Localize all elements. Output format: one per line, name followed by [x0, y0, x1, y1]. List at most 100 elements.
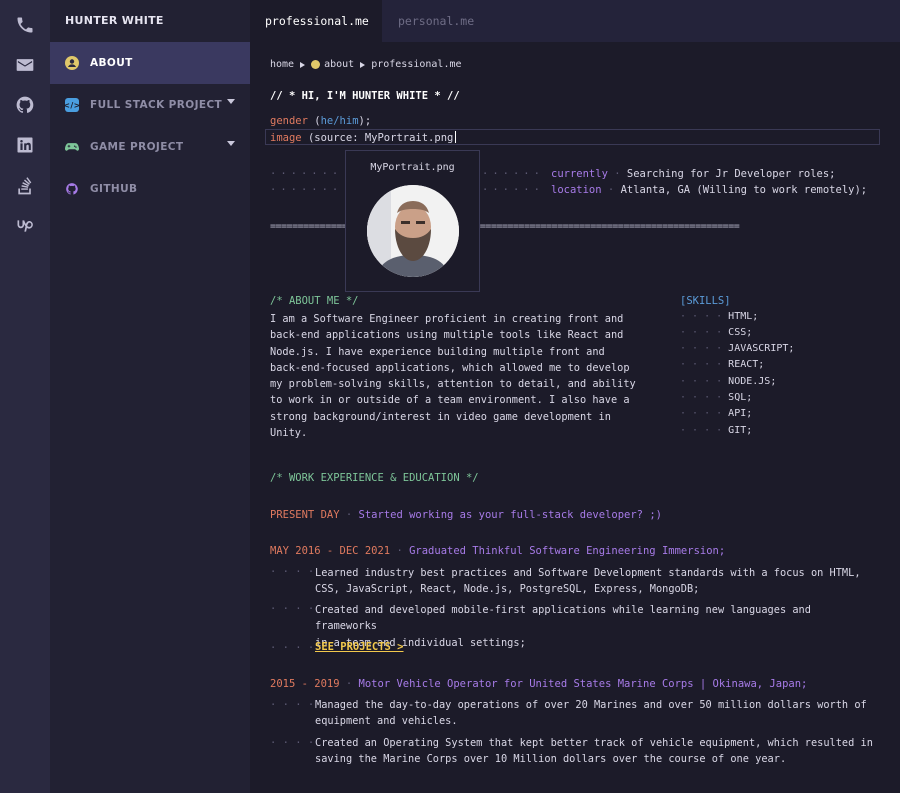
about-line: to work in or outside of a team environm… [270, 394, 630, 407]
skill-item: · · · · API; [680, 408, 752, 419]
separator-dot: · [396, 545, 410, 557]
bullet-line: Learned industry best practices and Soft… [315, 567, 861, 579]
present-line: PRESENT DAY · Started working as your fu… [270, 509, 662, 521]
sidebar-item-about[interactable]: ABOUT [50, 42, 250, 84]
mail-icon[interactable] [13, 53, 37, 77]
tab-professional[interactable]: professional.me [250, 0, 382, 42]
face-icon [65, 56, 79, 70]
skill-item: · · · · HTML; [680, 311, 758, 322]
image-key: image [270, 132, 302, 144]
skill-label: HTML; [728, 311, 759, 322]
indent-dots: ······· [270, 184, 343, 196]
chevron-right-icon [300, 61, 306, 68]
indent-dots: · · · · [680, 359, 729, 370]
skill-label: CSS; [728, 327, 753, 338]
gamepad-icon [65, 140, 79, 154]
skill-label: NODE.JS; [728, 376, 777, 387]
job2-title: Motor Vehicle Operator for United States… [358, 678, 808, 690]
bullet-line: equipment and vehicles. [315, 715, 458, 728]
indent-dots: · · · · [270, 642, 315, 654]
skill-item: · · · · NODE.JS; [680, 376, 776, 387]
breadcrumb-file[interactable]: professional.me [371, 59, 461, 70]
skill-label: SQL; [728, 392, 753, 403]
gender-value: he/him [320, 115, 359, 127]
skill-label: JAVASCRIPT; [728, 343, 795, 354]
indent-dots: · · · · [270, 566, 315, 578]
breadcrumb-home[interactable]: home [270, 59, 294, 70]
sidebar-title: HUNTER WHITE [65, 14, 164, 27]
stackoverflow-icon[interactable] [13, 174, 37, 198]
job1-date: MAY 2016 - DEC 2021 [270, 545, 391, 557]
sidebar-item-full-stack-project[interactable]: </> FULL STACK PROJECT [50, 84, 250, 126]
job2-bullet: Managed the day-to-day operations of ove… [315, 697, 875, 730]
about-line: back-end-focused applications, which all… [270, 361, 630, 374]
about-heading: /* ABOUT ME */ [270, 295, 359, 307]
indent-dots: ······ [482, 168, 544, 180]
job2-bullet: Created an Operating System that kept be… [315, 735, 875, 768]
upwork-icon[interactable] [13, 213, 37, 237]
see-projects-link[interactable]: SEE PROJECTS > [315, 641, 404, 653]
sidebar-item-label: GITHUB [90, 183, 138, 195]
sidebar-item-github[interactable]: GITHUB [50, 168, 250, 210]
indent-dots: · · · · [680, 376, 729, 387]
indent-dots: ······ [482, 184, 544, 196]
breadcrumb: home about professional.me [270, 59, 462, 70]
indent-dots: ······· [270, 168, 343, 180]
chevron-down-icon[interactable] [227, 99, 235, 104]
sidebar-item-label: GAME PROJECT [90, 141, 184, 153]
editor-content: home about professional.me // * HI, I'M … [250, 42, 900, 793]
job1-title: Graduated Thinkful Software Engineering … [409, 545, 726, 557]
skills-heading: [SKILLS] [680, 295, 731, 307]
indent-dots: · · · · [680, 343, 729, 354]
job2-header: 2015 - 2019 · Motor Vehicle Operator for… [270, 678, 807, 690]
portrait-image [367, 185, 459, 277]
indent-dots: · · · · [270, 737, 315, 749]
github-icon [65, 182, 79, 196]
sidebar-item-label: ABOUT [90, 57, 133, 69]
present-date: PRESENT DAY [270, 509, 340, 521]
breadcrumb-about[interactable]: about [324, 59, 354, 70]
about-line: Node.js. I have experience building mult… [270, 345, 605, 358]
indent-dots: · · · · [680, 425, 729, 436]
code-icon: </> [63, 98, 80, 112]
job1-bullet: Learned industry best practices and Soft… [315, 565, 875, 598]
text-cursor [455, 131, 457, 143]
skill-item: · · · · SQL; [680, 392, 752, 403]
tab-personal[interactable]: personal.me [383, 0, 489, 42]
skill-label: API; [728, 408, 753, 419]
image-preview-popup: MyPortrait.png [345, 150, 480, 292]
about-line: Unity. [270, 427, 308, 440]
currently-key: currently [551, 168, 608, 180]
github-icon[interactable] [13, 93, 37, 117]
bullet-line: Created and developed mobile-first appli… [315, 604, 811, 633]
sidebar-item-label: FULL STACK PROJECT [90, 99, 223, 111]
sidebar-item-game-project[interactable]: GAME PROJECT [50, 126, 250, 168]
activity-bar [0, 0, 50, 793]
phone-icon[interactable] [13, 13, 37, 37]
bullet-line: Managed the day-to-day operations of ove… [315, 699, 867, 711]
separator-dot: · [345, 678, 359, 690]
image-line[interactable]: image (source: MyPortrait.png [270, 131, 457, 144]
skill-item: · · · · GIT; [680, 425, 752, 436]
skill-item: · · · · CSS; [680, 327, 752, 338]
chevron-down-icon[interactable] [227, 141, 235, 146]
job2-date: 2015 - 2019 [270, 678, 340, 690]
indent-dots: · · · · [270, 603, 315, 615]
separator-dot: · [607, 184, 621, 196]
location-key: location [551, 184, 602, 196]
skill-label: REACT; [728, 359, 765, 370]
explorer-sidebar: HUNTER WHITE ABOUT </> FULL STACK PROJEC… [50, 0, 250, 793]
bullet-line: Created an Operating System that kept be… [315, 737, 873, 749]
page-title: // * HI, I'M HUNTER WHITE * // [270, 90, 460, 102]
gender-paren-close: ); [358, 115, 372, 127]
separator-dot: · [345, 509, 359, 521]
about-line: my problem-solving skills, attention to … [270, 378, 636, 391]
indent-dots: · · · · [680, 311, 729, 322]
linkedin-icon[interactable] [13, 133, 37, 157]
job1-header: MAY 2016 - DEC 2021 · Graduated Thinkful… [270, 545, 725, 557]
skill-label: GIT; [728, 425, 753, 436]
about-paragraph: I am a Software Engineer proficient in c… [270, 311, 655, 441]
skill-item: · · · · REACT; [680, 359, 764, 370]
about-line: back-end applications using multiple too… [270, 329, 624, 342]
face-icon [311, 60, 321, 69]
